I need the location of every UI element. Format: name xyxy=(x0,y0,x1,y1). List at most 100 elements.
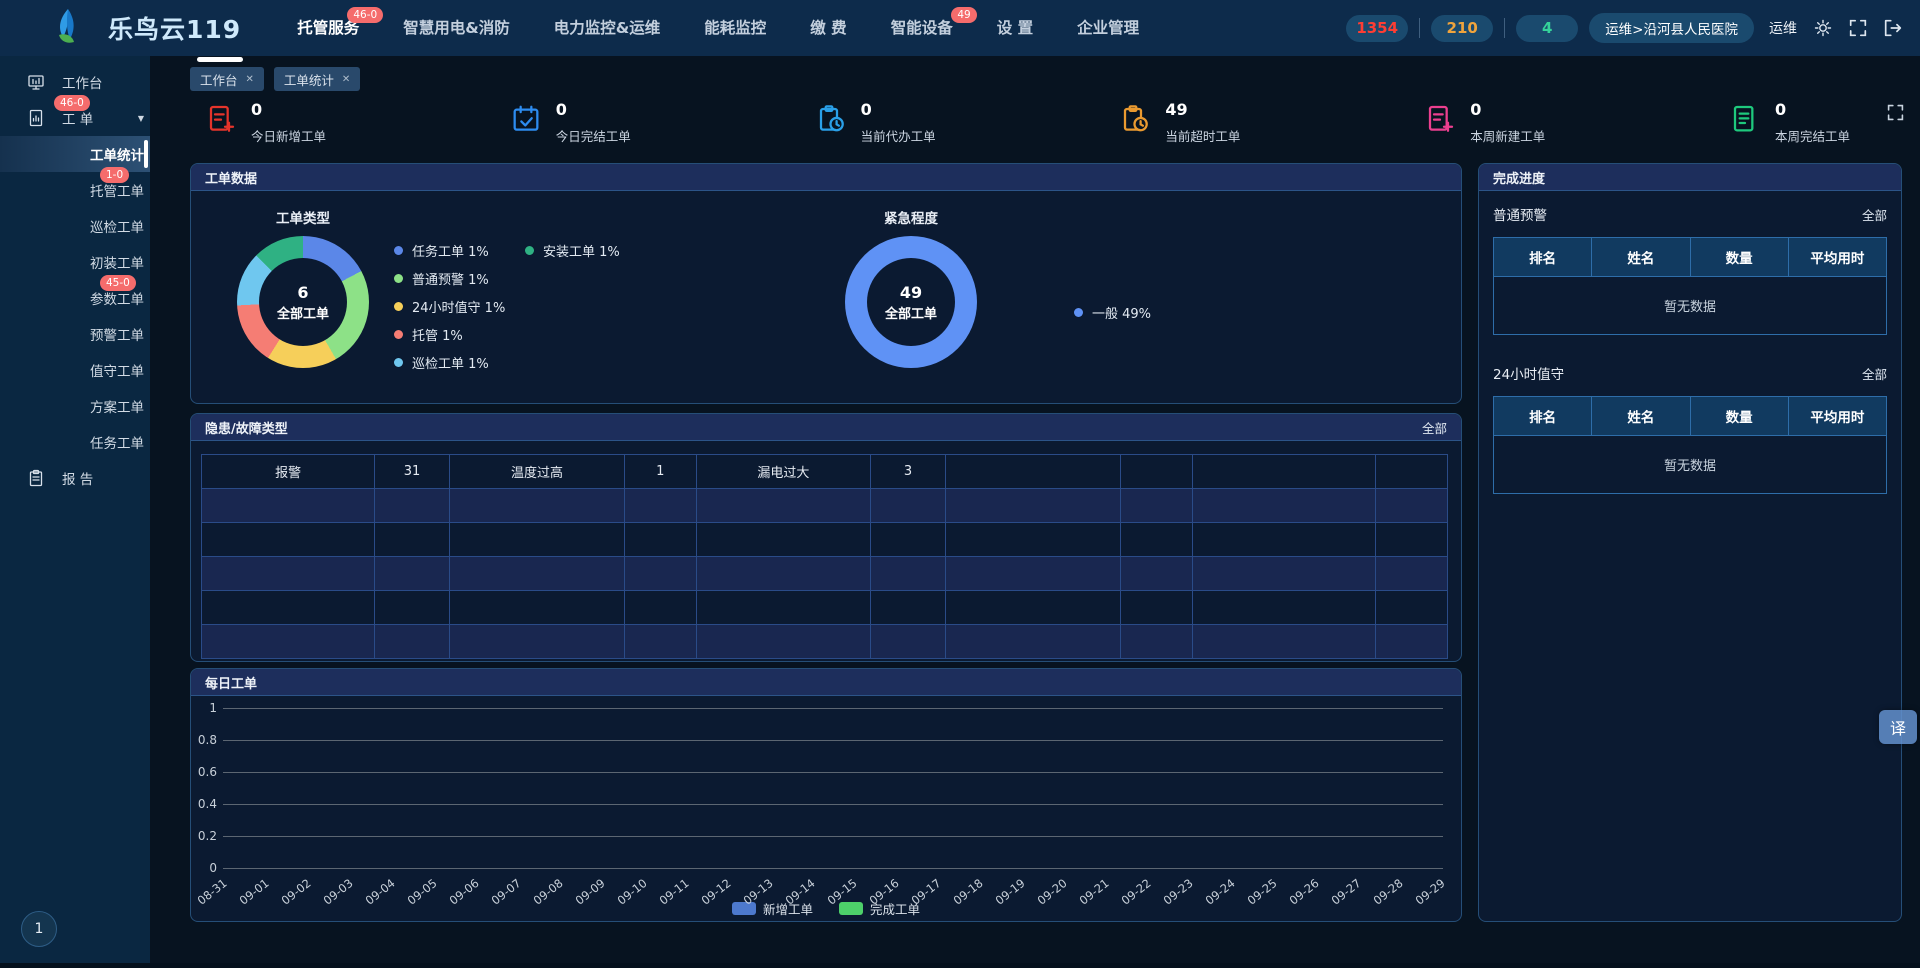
stat-item: 0本周完结工单 xyxy=(1729,100,1850,156)
hazard-cell xyxy=(945,625,1120,659)
hazard-cell xyxy=(1192,591,1376,625)
workbench-icon xyxy=(27,73,45,91)
legend-dot xyxy=(525,246,534,255)
gridline xyxy=(223,772,1443,773)
translate-button[interactable]: 译 xyxy=(1879,710,1917,744)
legend-dot xyxy=(394,330,403,339)
legend-item[interactable]: 托管 1% xyxy=(394,326,505,343)
table-row: 暂无数据 xyxy=(1494,436,1887,494)
nav-item[interactable]: 企业管理 xyxy=(1077,0,1139,56)
sidebar-item-label: 报 告 xyxy=(62,468,93,488)
y-axis-tick: 0.2 xyxy=(191,829,217,843)
stat-texts: 0当前代办工单 xyxy=(861,100,936,145)
nav-item[interactable]: 电力监控&运维 xyxy=(554,0,661,56)
clipboard-clock-icon xyxy=(1119,103,1151,135)
table-row: 暂无数据 xyxy=(1494,277,1887,335)
legend-item[interactable]: 一般 49% xyxy=(1074,304,1151,321)
logout-icon[interactable] xyxy=(1884,19,1902,37)
hazard-cell xyxy=(202,557,375,591)
progress-all-link[interactable]: 全部 xyxy=(1862,205,1887,224)
count-badge: 46-0 xyxy=(347,7,383,23)
legend-label: 24小时值守 1% xyxy=(412,297,505,316)
sidebar-item-label: 工作台 xyxy=(62,72,103,92)
orders-icon xyxy=(27,109,45,127)
nav-item[interactable]: 智慧用电&消防 xyxy=(403,0,510,56)
stat-value: 0 xyxy=(251,100,326,119)
nav-item[interactable]: 缴 费 xyxy=(810,0,846,56)
stat-value: 0 xyxy=(556,100,631,119)
hazard-cell xyxy=(945,591,1120,625)
counter-badge[interactable]: 1354 xyxy=(1346,15,1408,42)
sidebar-item[interactable]: 托管工单1-0 xyxy=(0,172,150,208)
nav-menu: 托管服务46-0 智慧用电&消防电力监控&运维能耗监控 缴 费 智能设备49 设 置 企业… xyxy=(297,0,1139,56)
table-row xyxy=(202,591,1448,625)
sidebar-item[interactable]: 方案工单 xyxy=(0,388,150,424)
org-selector[interactable]: 运维>沿河县人民医院 xyxy=(1589,13,1754,43)
stat-value: 0 xyxy=(861,100,936,119)
close-icon[interactable]: ✕ xyxy=(342,74,350,85)
tab[interactable]: 工单统计 ✕ xyxy=(274,67,360,91)
nav-item[interactable]: 托管服务46-0 xyxy=(297,0,359,56)
sidebar-item[interactable]: 工单统计 xyxy=(0,136,150,172)
progress-all-link[interactable]: 全部 xyxy=(1862,364,1887,383)
hazard-cell xyxy=(375,591,450,625)
role-label[interactable]: 运维 xyxy=(1769,18,1797,38)
sidebar-item-label: 工 单 xyxy=(62,108,93,128)
hazard-cell xyxy=(1376,557,1448,591)
nav-item[interactable]: 设 置 xyxy=(997,0,1033,56)
hazard-cell xyxy=(449,625,624,659)
counter-badge[interactable]: 4 xyxy=(1516,15,1578,42)
page-badge[interactable]: 1 xyxy=(21,911,57,947)
nav-item[interactable]: 能耗监控 xyxy=(704,0,766,56)
nav-right-cluster: 1354 210 4 运维>沿河县人民医院 运维 xyxy=(1346,13,1920,43)
hazard-cell: 1 xyxy=(625,455,697,489)
tab[interactable]: 工作台✕ xyxy=(190,67,264,91)
counter-value: 210 xyxy=(1447,19,1478,37)
doc-plus-icon xyxy=(205,103,237,135)
stats-row: 0今日新增工单0今日完结工单0当前代办工单49当前超时工单0本周新建工单0本周完… xyxy=(205,100,1850,156)
legend-item[interactable]: 普通预警 1% xyxy=(394,270,505,287)
hazard-cell xyxy=(202,489,375,523)
stat-value: 0 xyxy=(1775,100,1850,119)
sidebar-item[interactable]: 任务工单 xyxy=(0,424,150,460)
sidebar-item[interactable]: 巡检工单 xyxy=(0,208,150,244)
legend-item[interactable]: 24小时值守 1% xyxy=(394,298,505,315)
legend-item[interactable]: 任务工单 1% xyxy=(394,242,505,259)
gear-icon[interactable] xyxy=(1814,19,1832,37)
column-header: 姓名 xyxy=(1592,238,1690,277)
divider xyxy=(1419,18,1420,38)
panel-header: 隐患/故障类型 全部 xyxy=(191,414,1461,441)
hazard-cell xyxy=(871,591,946,625)
count-badge: 45-0 xyxy=(100,275,136,291)
legend-item[interactable]: 巡检工单 1% xyxy=(394,354,505,371)
y-axis-tick: 0.6 xyxy=(191,765,217,779)
hazard-table: 报警31温度过高1漏电过大3 xyxy=(201,454,1448,659)
hazard-cell: 31 xyxy=(375,455,450,489)
sidebar-item[interactable]: 参数工单45-0 xyxy=(0,280,150,316)
sidebar-item[interactable]: 工 单46-0▼ xyxy=(0,100,150,136)
fullscreen-icon[interactable] xyxy=(1849,19,1867,37)
work-order-charts: 工单类型 6 全部工单 任务工单 1%普通预警 1%24小时值守 1%托管 1%… xyxy=(191,190,1461,403)
hazard-all-link[interactable]: 全部 xyxy=(1422,418,1447,437)
counter-badge[interactable]: 210 xyxy=(1431,15,1493,42)
hazard-cell xyxy=(1192,557,1376,591)
hazard-cell xyxy=(375,557,450,591)
table-row xyxy=(202,557,1448,591)
sidebar-item[interactable]: 预警工单 xyxy=(0,316,150,352)
close-icon[interactable]: ✕ xyxy=(246,74,254,85)
hazard-cell xyxy=(1192,455,1376,489)
hazard-cell xyxy=(202,523,375,557)
stat-texts: 0今日完结工单 xyxy=(556,100,631,145)
counter-value: 1354 xyxy=(1356,19,1398,37)
sidebar-item[interactable]: 值守工单 xyxy=(0,352,150,388)
daily-orders-panel: 每日工单 新增工单完成工单 10.80.60.40.2008-3109-0109… xyxy=(190,668,1462,922)
legend-item[interactable]: 安装工单 1% xyxy=(525,242,620,259)
sidebar-item-label: 巡检工单 xyxy=(90,216,144,236)
nav-item[interactable]: 智能设备49 xyxy=(891,0,953,56)
daily-orders-chart: 新增工单完成工单 10.80.60.40.2008-3109-0109-0209… xyxy=(191,695,1461,921)
panel-title: 工单数据 xyxy=(205,168,257,187)
sidebar-item[interactable]: 报 告 xyxy=(0,460,150,496)
tab-label: 工单统计 xyxy=(284,70,334,89)
progress-section-header: 普通预警全部 xyxy=(1493,190,1887,224)
expand-dashboard-icon[interactable] xyxy=(1887,104,1904,121)
